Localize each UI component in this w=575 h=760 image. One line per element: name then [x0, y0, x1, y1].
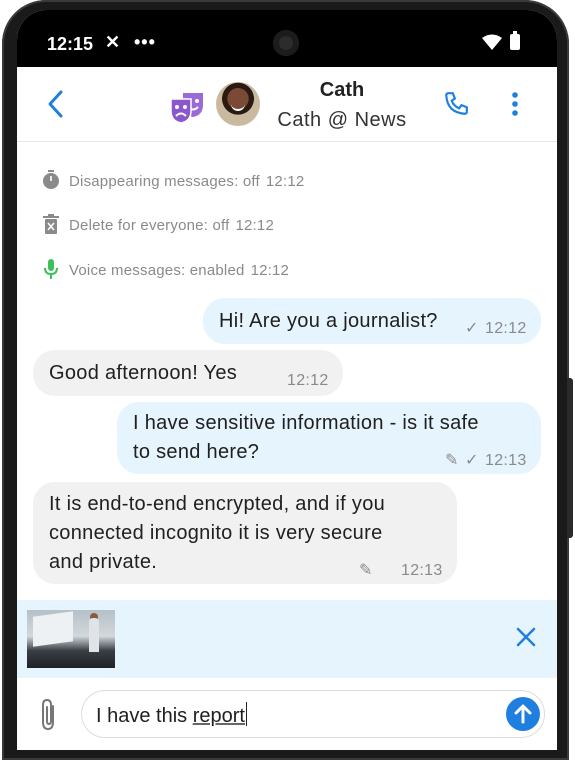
- edited-pencil-icon: ✎: [445, 452, 459, 469]
- sent-check-icon: ✓: [465, 452, 479, 469]
- paperclip-icon[interactable]: [39, 698, 59, 732]
- status-bar: 12:15 ✕ •••: [17, 10, 557, 67]
- send-button[interactable]: [506, 697, 540, 731]
- event-delete: Delete for everyone: off 12:12: [41, 214, 274, 238]
- wifi-icon: [482, 34, 502, 50]
- image-thumbnail[interactable]: [27, 610, 115, 668]
- event-voice: Voice messages: enabled 12:12: [41, 259, 289, 283]
- close-icon[interactable]: [515, 626, 537, 648]
- message-text: and private.: [49, 551, 158, 573]
- message-text: Good afternoon! Yes: [49, 362, 238, 384]
- message-time: 12:13: [485, 452, 527, 469]
- back-arrow-icon[interactable]: [41, 87, 71, 121]
- edited-pencil-icon: ✎: [359, 562, 373, 579]
- more-options-icon[interactable]: [511, 91, 519, 117]
- battery-icon: [510, 31, 520, 50]
- chat-area: Disappearing messages: off 12:12 Delete f…: [17, 142, 557, 598]
- message-time: 12:13: [401, 562, 443, 579]
- message-input[interactable]: I have this report: [81, 690, 545, 738]
- contact-subtitle[interactable]: Cath @ News: [267, 109, 417, 132]
- microphone-icon: [41, 259, 61, 283]
- message-time: 12:12: [485, 320, 527, 337]
- message-text: to send here?: [133, 441, 260, 463]
- theater-masks-icon[interactable]: [169, 89, 205, 123]
- message-input-text[interactable]: I have this report: [96, 702, 248, 728]
- arrow-up-icon: [514, 704, 532, 724]
- compose-bar: I have this report: [17, 678, 557, 750]
- event-text: Disappearing messages: off: [69, 172, 260, 190]
- message-text: It is end-to-end encrypted, and if you: [49, 493, 386, 515]
- input-text-underlined: report: [192, 705, 245, 727]
- phone-frame: 12:15 ✕ ••• Cath Cath @ News Disappearin…: [0, 0, 575, 760]
- message-outgoing[interactable]: Hi! Are you a journalist? ✓ 12:12: [203, 298, 541, 344]
- status-time: 12:15: [47, 34, 94, 54]
- message-incoming[interactable]: Good afternoon! Yes 12:12: [33, 350, 343, 396]
- event-time: 12:12: [235, 216, 274, 234]
- input-text-prefix: I have this: [96, 705, 193, 727]
- event-time: 12:12: [250, 261, 290, 279]
- phone-call-icon[interactable]: [443, 91, 469, 117]
- contact-name[interactable]: Cath: [277, 79, 407, 102]
- screen: 12:15 ✕ ••• Cath Cath @ News Disappearin…: [17, 10, 557, 750]
- attachment-preview: [17, 600, 557, 678]
- side-button: [567, 378, 573, 538]
- message-text: I have sensitive information - is it saf…: [133, 412, 479, 434]
- contact-avatar[interactable]: [216, 82, 260, 126]
- camera-cutout: [273, 30, 299, 56]
- message-time: 12:12: [287, 372, 329, 389]
- sent-check-icon: ✓: [465, 320, 479, 337]
- status-x-icon: ✕: [105, 32, 121, 52]
- text-caret: [245, 702, 248, 726]
- message-outgoing[interactable]: I have sensitive information - is it saf…: [117, 402, 541, 474]
- chat-header: Cath Cath @ News: [17, 67, 557, 142]
- event-time: 12:12: [265, 172, 305, 190]
- event-disappearing: Disappearing messages: off 12:12: [41, 170, 304, 194]
- message-incoming[interactable]: It is end-to-end encrypted, and if you c…: [33, 482, 457, 584]
- timer-icon: [41, 170, 61, 194]
- message-text: Hi! Are you a journalist?: [219, 310, 438, 332]
- event-text: Voice messages: enabled: [69, 261, 245, 279]
- event-text: Delete for everyone: off: [69, 216, 230, 234]
- message-text: connected incognito it is very secure: [49, 522, 383, 544]
- trash-icon: [41, 214, 61, 238]
- status-dots-icon: •••: [134, 32, 156, 52]
